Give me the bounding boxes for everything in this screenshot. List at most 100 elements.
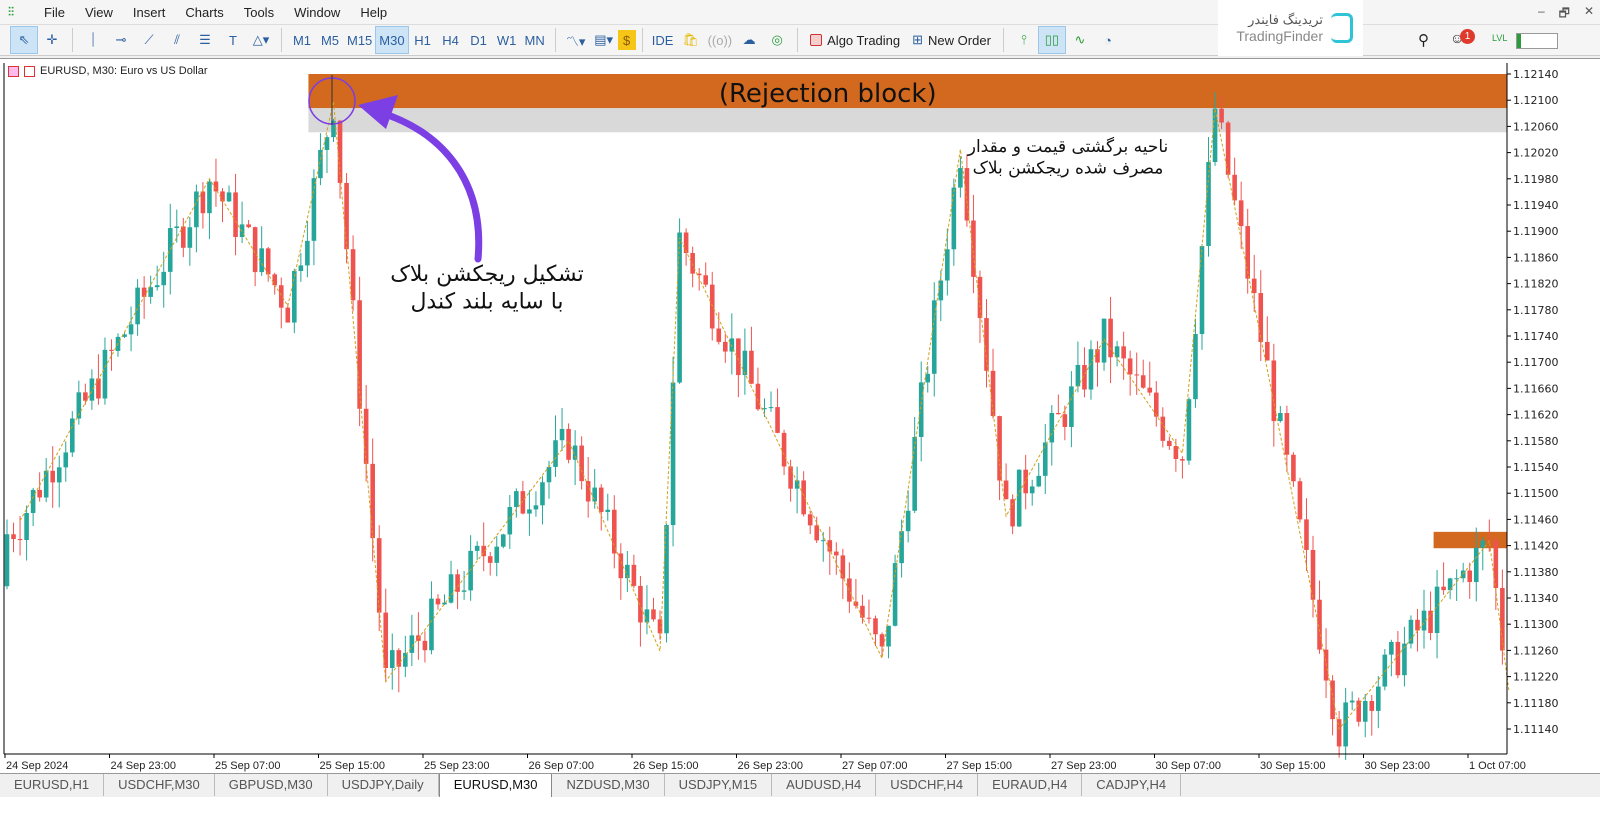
candlestick-icon[interactable]: ▯▯ — [1037, 26, 1066, 54]
candle-body — [585, 481, 591, 502]
tab-eurusd-m30[interactable]: EURUSD,M30 — [438, 774, 553, 798]
time-label: 25 Sep 23:00 — [424, 760, 489, 772]
candle-body — [768, 407, 774, 409]
menu-help[interactable]: Help — [350, 5, 397, 20]
level-meter — [1516, 33, 1558, 49]
candle-body — [11, 534, 16, 539]
candle-body — [1356, 700, 1362, 722]
time-label: 24 Sep 23:00 — [111, 760, 176, 772]
tf-h1[interactable]: H1 — [409, 26, 437, 54]
divider — [641, 28, 643, 52]
bar-chart-icon[interactable]: ⫯ — [1010, 26, 1038, 54]
indicators-icon[interactable]: 〽▾ — [562, 26, 590, 54]
line-chart-icon[interactable]: ∿ — [1066, 26, 1094, 54]
close-button[interactable]: ✕ — [1584, 4, 1594, 25]
zoom-icon[interactable]: ◔ — [1094, 26, 1122, 54]
tf-d1[interactable]: D1 — [465, 26, 493, 54]
tab-usdchf-h4[interactable]: USDCHF,H4 — [876, 774, 979, 796]
tf-w1[interactable]: W1 — [493, 26, 521, 54]
chart-tabs: EURUSD,H1 USDCHF,M30 GBPUSD,M30 USDJPY,Dail… — [0, 773, 1600, 798]
tab-nzdusd-m30[interactable]: NZDUSD,M30 — [552, 774, 665, 796]
divider — [1002, 28, 1004, 52]
price-label: 1.11860 — [1513, 251, 1559, 264]
minimize-button[interactable]: – — [1538, 4, 1545, 25]
tab-eurusd-h1[interactable]: EURUSD,H1 — [0, 774, 105, 796]
candle-body — [285, 307, 291, 323]
price-chart[interactable]: (Rejection block) تشکیل ریجکشن بلاک با سای… — [0, 59, 1600, 774]
tf-m15[interactable]: M15 — [344, 26, 375, 54]
horizontal-line-icon[interactable]: ⊸ — [107, 26, 135, 54]
menu-insert[interactable]: Insert — [123, 5, 176, 20]
tf-h4[interactable]: H4 — [437, 26, 465, 54]
search-icon[interactable]: ⚲ — [1418, 31, 1429, 49]
fibonacci-icon[interactable]: ☰ — [191, 26, 219, 54]
tf-m5[interactable]: M5 — [316, 26, 344, 54]
candle-body — [167, 228, 173, 272]
candle-body — [1121, 346, 1126, 359]
algo-trading-button[interactable]: Algo Trading — [804, 33, 906, 48]
menu-file[interactable]: File — [34, 5, 75, 20]
crosshair-icon[interactable]: ✛ — [38, 26, 66, 54]
algo-trading-label: Algo Trading — [827, 32, 901, 48]
candle-body — [442, 602, 447, 605]
candle-body — [775, 407, 780, 433]
chart-window[interactable]: EURUSD, M30: Euro vs US Dollar (Rejectio… — [0, 58, 1600, 773]
tf-m30[interactable]: M30 — [375, 26, 409, 54]
restore-button[interactable]: 🗗 — [1559, 4, 1570, 25]
vps-icon[interactable]: ☁ — [735, 26, 763, 54]
menu-tools[interactable]: Tools — [234, 5, 284, 20]
candle-body — [925, 373, 931, 383]
signal-icon[interactable]: ((o)) — [705, 26, 736, 54]
tab-cadjpy-h4[interactable]: CADJPY,H4 — [1082, 774, 1182, 796]
price-label: 1.11980 — [1513, 173, 1559, 186]
shapes-icon[interactable]: △▾ — [247, 26, 275, 54]
time-label: 30 Sep 07:00 — [1156, 760, 1221, 772]
candle-body — [801, 480, 806, 515]
cursor-icon[interactable]: ⇖ — [10, 26, 38, 54]
candle-body — [487, 556, 493, 563]
templates-icon[interactable]: ▤▾ — [590, 26, 618, 54]
candle-body — [83, 392, 88, 401]
chart-menu-icon[interactable] — [8, 65, 19, 77]
candle-body — [997, 416, 1002, 481]
candle-body — [1245, 226, 1250, 279]
tab-euraud-h4[interactable]: EURAUD,H4 — [978, 774, 1083, 796]
candle-body — [807, 514, 813, 526]
channel-icon[interactable]: ⫽ — [163, 26, 191, 54]
candle-body — [1036, 475, 1042, 487]
radar-icon[interactable]: ◎ — [763, 26, 791, 54]
tab-audusd-h4[interactable]: AUDUSD,H4 — [772, 774, 877, 796]
menu-charts[interactable]: Charts — [175, 5, 233, 20]
trendline-icon[interactable]: ⟋ — [135, 26, 163, 54]
new-order-button[interactable]: ⊞ New Order — [906, 32, 997, 48]
price-label: 1.11540 — [1513, 461, 1559, 474]
vertical-line-icon[interactable]: ⏐ — [79, 26, 107, 54]
candle-body — [631, 564, 637, 586]
candle-body — [507, 506, 513, 535]
arrow-shaft — [371, 107, 483, 263]
tab-usdjpy-daily[interactable]: USDJPY,Daily — [328, 774, 439, 796]
price-label: 1.11340 — [1513, 592, 1559, 605]
price-label: 1.11380 — [1513, 566, 1559, 579]
candle-body — [1075, 364, 1081, 387]
ide-button[interactable]: IDE — [649, 26, 677, 54]
shop-icon[interactable]: 🛍 — [677, 26, 705, 54]
tab-gbpusd-m30[interactable]: GBPUSD,M30 — [215, 774, 328, 796]
tf-m1[interactable]: M1 — [288, 26, 316, 54]
chart-title-text: EURUSD, M30: Euro vs US Dollar — [40, 65, 208, 77]
market-icon[interactable]: $ — [617, 30, 636, 50]
candle-body — [252, 227, 258, 273]
lvl-label: LVL — [1492, 33, 1508, 43]
candle-body — [638, 585, 643, 623]
candle-body — [298, 265, 304, 271]
menu-view[interactable]: View — [75, 5, 123, 20]
candle-body — [899, 531, 904, 564]
tf-mn[interactable]: MN — [521, 26, 549, 54]
divider — [281, 28, 282, 52]
tab-usdchf-m30[interactable]: USDCHF,M30 — [104, 774, 215, 796]
price-label: 1.11940 — [1513, 199, 1559, 212]
divider — [554, 28, 556, 52]
tab-usdjpy-m15[interactable]: USDJPY,M15 — [665, 774, 773, 796]
text-icon[interactable]: T — [219, 26, 247, 54]
menu-window[interactable]: Window — [284, 5, 350, 20]
